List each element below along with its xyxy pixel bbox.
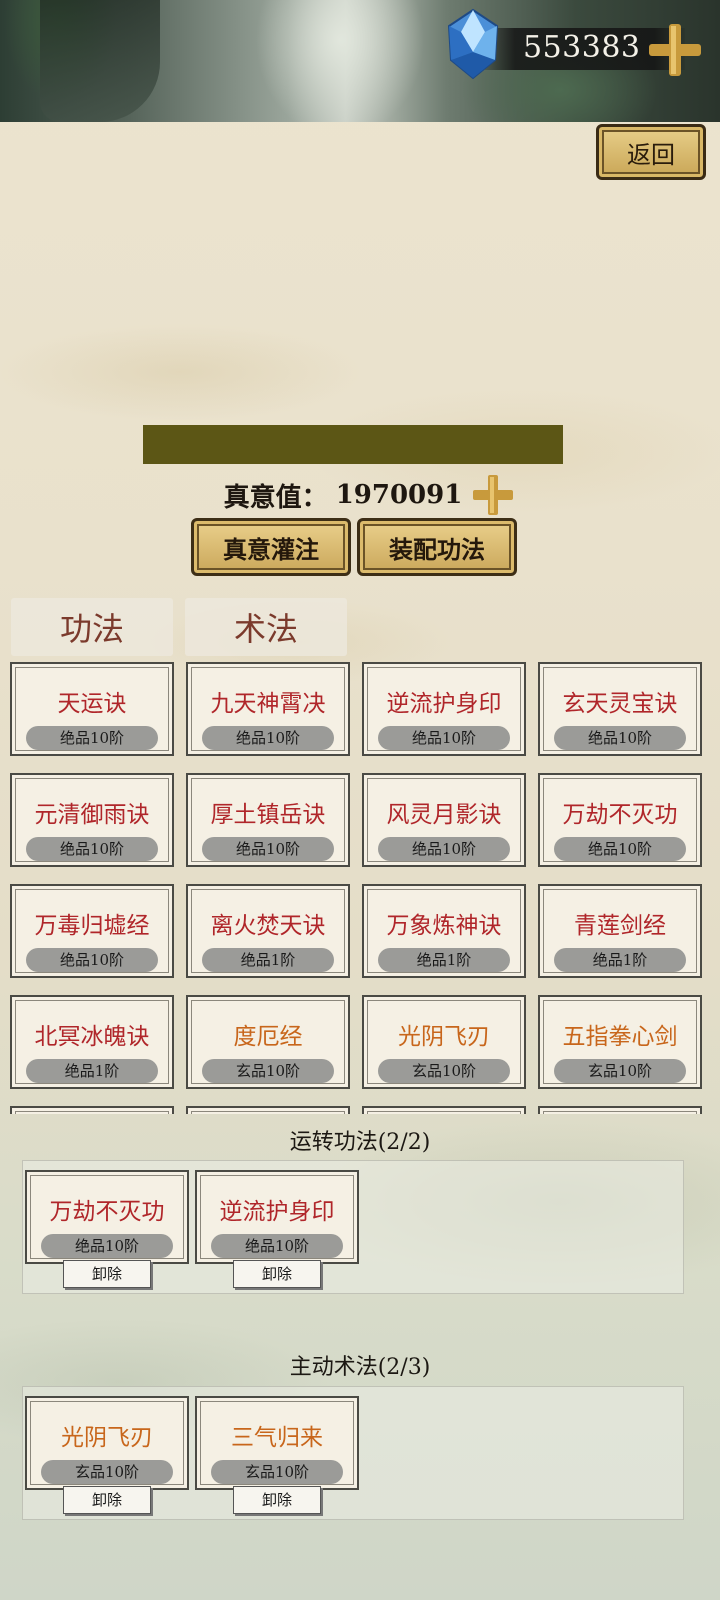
skill-name: 青莲剑经 xyxy=(574,913,666,939)
skill-grade: 绝品10阶 xyxy=(554,837,686,861)
currency-display: 553383 xyxy=(445,8,715,80)
skill-grade: 绝品1阶 xyxy=(202,948,334,972)
skill-name: 万象炼神诀 xyxy=(386,913,502,939)
skill-name: 元清御雨诀 xyxy=(34,802,150,828)
skill-name: 离火焚天诀 xyxy=(210,913,326,939)
skill-name: 逆流护身印 xyxy=(219,1199,335,1225)
skill-grade: 绝品10阶 xyxy=(378,726,510,750)
blue-crystal-icon xyxy=(447,8,499,80)
equip-skill-button[interactable]: 装配功法 xyxy=(357,518,517,576)
skill-grade: 绝品1阶 xyxy=(554,948,686,972)
unequip-button[interactable]: 卸除 xyxy=(63,1260,151,1288)
skill-card[interactable]: 逆流护身印 绝品10阶 xyxy=(362,662,526,756)
skill-card[interactable]: 万劫不灭功 绝品10阶 xyxy=(538,773,702,867)
skill-grade: 绝品10阶 xyxy=(554,726,686,750)
skill-name: 三气归来 xyxy=(231,1425,323,1451)
skill-grade: 玄品10阶 xyxy=(202,1059,334,1083)
skill-name: 万劫不灭功 xyxy=(49,1199,165,1225)
unequip-button[interactable]: 卸除 xyxy=(233,1260,321,1288)
skill-grade: 玄品10阶 xyxy=(41,1460,173,1484)
skill-name: 逆流护身印 xyxy=(386,691,502,717)
progress-bar xyxy=(143,425,563,464)
unequip-button[interactable]: 卸除 xyxy=(233,1486,321,1514)
skill-name: 风灵月影诀 xyxy=(386,802,502,828)
equipped-active-card[interactable]: 光阴飞刃 玄品10阶 xyxy=(25,1396,189,1490)
skill-card[interactable]: 万象炼神诀 绝品1阶 xyxy=(362,884,526,978)
skill-card-partial[interactable] xyxy=(362,1106,526,1114)
skill-grade: 绝品10阶 xyxy=(202,837,334,861)
infuse-button[interactable]: 真意灌注 xyxy=(191,518,351,576)
skill-grade: 绝品10阶 xyxy=(26,837,158,861)
skill-grade: 绝品10阶 xyxy=(26,948,158,972)
skill-name: 五指拳心剑 xyxy=(562,1024,678,1050)
infuse-button-label: 真意灌注 xyxy=(223,534,319,564)
equipped-running-card[interactable]: 万劫不灭功 绝品10阶 xyxy=(25,1170,189,1264)
running-section-title: 运转功法(2/2) xyxy=(289,1130,431,1155)
skill-card[interactable]: 度厄经 玄品10阶 xyxy=(186,995,350,1089)
skill-card[interactable]: 北冥冰魄诀 绝品1阶 xyxy=(10,995,174,1089)
skill-card[interactable]: 光阴飞刃 玄品10阶 xyxy=(362,995,526,1089)
unequip-button[interactable]: 卸除 xyxy=(63,1486,151,1514)
skill-card[interactable]: 天运诀 绝品10阶 xyxy=(10,662,174,756)
skill-name: 天运诀 xyxy=(57,691,127,717)
truth-value-label: 真意值： xyxy=(223,482,328,513)
skill-grid: 天运诀 绝品10阶 九天神霄决 绝品10阶 逆流护身印 绝品10阶 玄天灵宝诀 … xyxy=(0,662,720,1114)
back-button-label: 返回 xyxy=(627,140,675,169)
equipped-active-card[interactable]: 三气归来 玄品10阶 xyxy=(195,1396,359,1490)
skill-card[interactable]: 万毒归墟经 绝品10阶 xyxy=(10,884,174,978)
tab-gongfa-label: 功法 xyxy=(59,610,124,648)
skill-card[interactable]: 玄天灵宝诀 绝品10阶 xyxy=(538,662,702,756)
skill-name: 玄天灵宝诀 xyxy=(562,691,678,717)
skill-card[interactable]: 九天神霄决 绝品10阶 xyxy=(186,662,350,756)
tab-shufa-label: 术法 xyxy=(233,610,298,648)
skill-name: 光阴飞刃 xyxy=(398,1024,490,1050)
skill-name: 万劫不灭功 xyxy=(562,802,678,828)
skill-card[interactable]: 厚土镇岳诀 绝品10阶 xyxy=(186,773,350,867)
truth-value-number: 1970091 xyxy=(335,480,463,510)
skill-card[interactable]: 五指拳心剑 玄品10阶 xyxy=(538,995,702,1089)
add-truth-icon[interactable] xyxy=(470,472,516,518)
skill-name: 厚土镇岳诀 xyxy=(210,802,326,828)
skill-grade: 绝品10阶 xyxy=(41,1234,173,1258)
skill-name: 光阴飞刃 xyxy=(61,1425,153,1451)
skill-card[interactable]: 元清御雨诀 绝品10阶 xyxy=(10,773,174,867)
skill-grade: 绝品10阶 xyxy=(202,726,334,750)
skill-grade: 绝品10阶 xyxy=(26,726,158,750)
truth-value-row: 真意值： 1970091 xyxy=(0,472,720,515)
skill-card-partial[interactable] xyxy=(538,1106,702,1114)
tab-gongfa[interactable]: 功法 xyxy=(11,598,173,656)
banner-rock xyxy=(40,0,160,122)
skill-card[interactable]: 青莲剑经 绝品1阶 xyxy=(538,884,702,978)
currency-value: 553383 xyxy=(523,30,641,65)
skill-card[interactable]: 离火焚天诀 绝品1阶 xyxy=(186,884,350,978)
active-section-title: 主动术法(2/3) xyxy=(289,1355,431,1380)
tab-shufa[interactable]: 术法 xyxy=(185,598,347,656)
skill-card[interactable]: 风灵月影诀 绝品10阶 xyxy=(362,773,526,867)
equipped-running-card[interactable]: 逆流护身印 绝品10阶 xyxy=(195,1170,359,1264)
skill-name: 万毒归墟经 xyxy=(34,913,150,939)
skill-grade: 绝品1阶 xyxy=(378,948,510,972)
skill-grade: 绝品10阶 xyxy=(211,1234,343,1258)
skill-grade: 绝品10阶 xyxy=(378,837,510,861)
skill-card-partial[interactable] xyxy=(186,1106,350,1114)
skill-grade: 玄品10阶 xyxy=(378,1059,510,1083)
skill-name: 度厄经 xyxy=(233,1024,303,1050)
skill-grade: 玄品10阶 xyxy=(554,1059,686,1083)
back-button[interactable]: 返回 xyxy=(596,124,706,180)
equip-skill-button-label: 装配功法 xyxy=(389,534,485,564)
skill-grade: 玄品10阶 xyxy=(211,1460,343,1484)
skill-name: 北冥冰魄诀 xyxy=(34,1024,150,1050)
gold-plus-icon[interactable] xyxy=(645,20,705,80)
skill-name: 九天神霄决 xyxy=(210,691,326,717)
skill-grade: 绝品1阶 xyxy=(26,1059,158,1083)
skill-card-partial[interactable] xyxy=(10,1106,174,1114)
